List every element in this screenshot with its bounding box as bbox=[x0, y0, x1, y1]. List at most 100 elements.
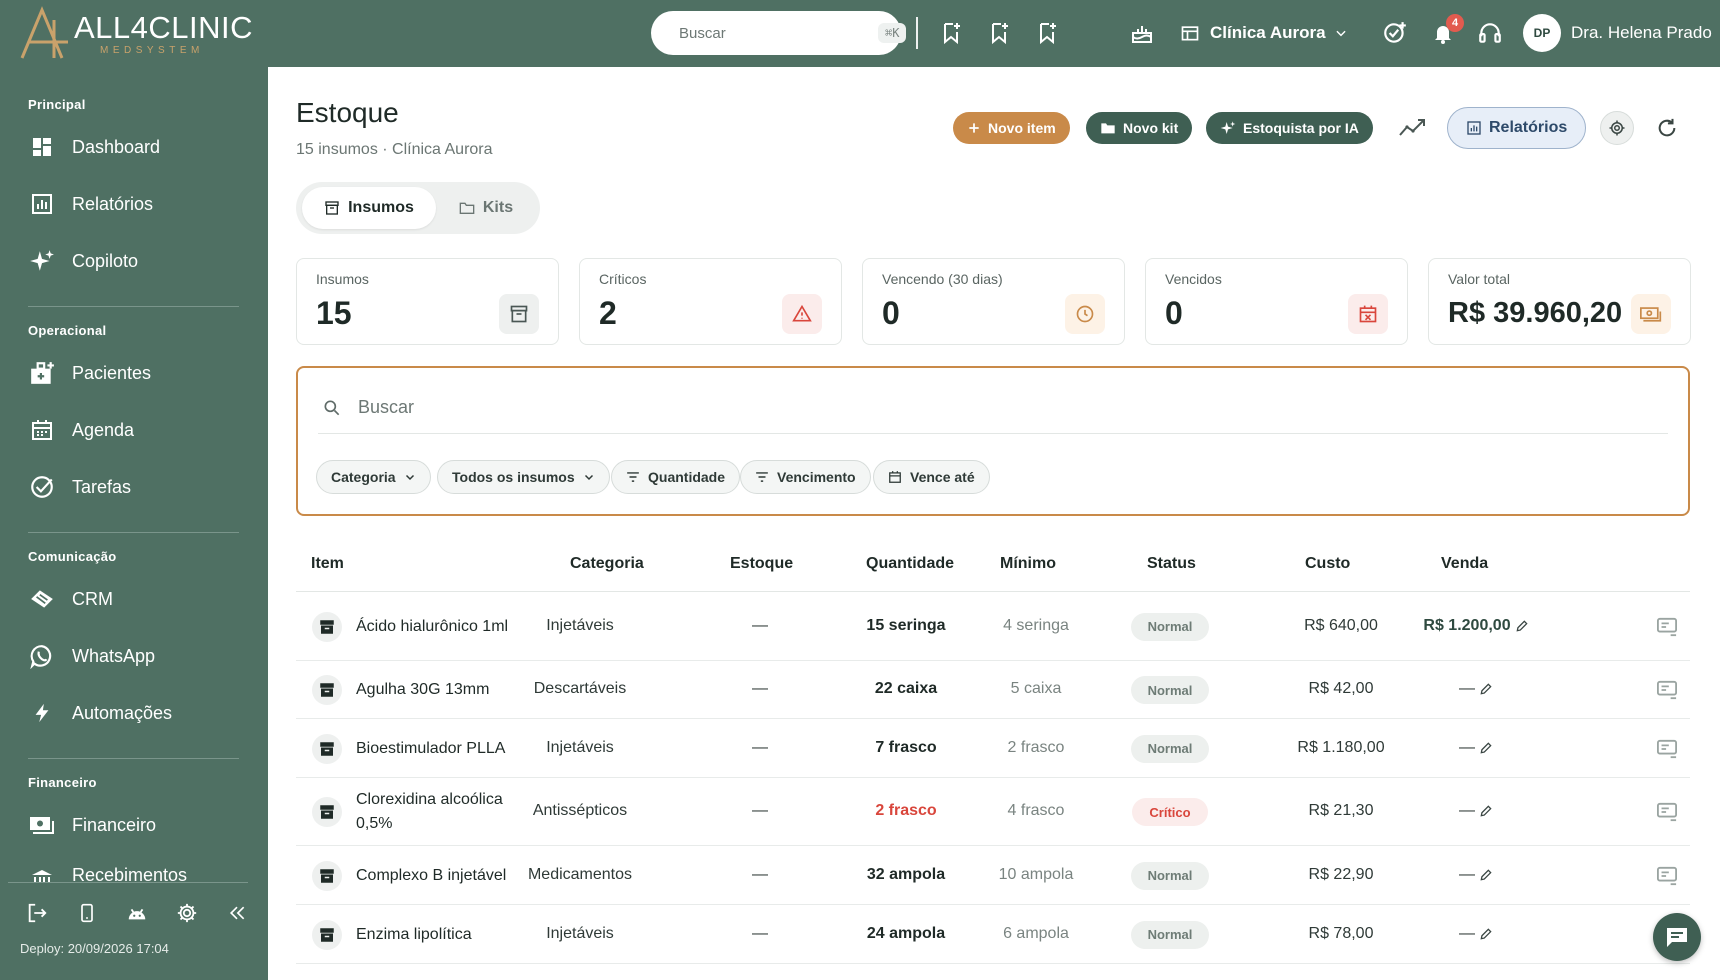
task-add-icon[interactable] bbox=[1380, 18, 1410, 48]
pencil-icon[interactable] bbox=[1479, 927, 1493, 941]
settings-gear-icon[interactable] bbox=[1600, 111, 1634, 145]
table-row[interactable]: Ácido hialurônico 1ml Injetáveis —15 serin… bbox=[296, 592, 1690, 661]
col-categoria[interactable]: Categoria bbox=[570, 555, 644, 573]
col-venda[interactable]: Venda bbox=[1441, 555, 1488, 573]
mobile-icon[interactable] bbox=[72, 898, 102, 928]
cell-estoque: — bbox=[752, 680, 768, 697]
status-badge: Normal bbox=[1131, 861, 1209, 890]
sidebar-item-whatsapp[interactable]: WhatsApp bbox=[28, 634, 248, 678]
gear-icon[interactable] bbox=[172, 898, 202, 928]
col-minimo[interactable]: Mínimo bbox=[1000, 555, 1056, 573]
cell-categoria: Injetáveis bbox=[546, 738, 614, 756]
pencil-icon[interactable] bbox=[1479, 804, 1493, 818]
row-action-icon[interactable] bbox=[1656, 739, 1678, 761]
cell-minimo: 4 seringa bbox=[1003, 616, 1069, 634]
archive-icon bbox=[325, 201, 339, 215]
chevron-down-icon bbox=[584, 474, 593, 481]
filter-quantidade[interactable]: Quantidade bbox=[611, 460, 741, 494]
cell-minimo: 2 frasco bbox=[1007, 738, 1065, 756]
cell-venda[interactable]: — bbox=[1386, 739, 1566, 757]
sidebar-item-label: CRM bbox=[72, 588, 113, 609]
global-search[interactable]: ⌘K bbox=[651, 11, 907, 55]
reports-button[interactable]: Relatórios bbox=[1447, 107, 1587, 149]
cell-venda[interactable]: R$ 1.200,00 bbox=[1386, 617, 1566, 635]
sidebar-item-financeiro[interactable]: Financeiro bbox=[28, 803, 248, 847]
table-row[interactable]: Enzima lipolítica Injetáveis —24 ampola 6 a… bbox=[296, 905, 1690, 964]
sidebar-item-label: Agenda bbox=[72, 419, 135, 440]
android-icon[interactable] bbox=[122, 898, 152, 928]
refresh-icon[interactable] bbox=[1650, 111, 1684, 145]
table-row[interactable]: Agulha 30G 13mm Descartáveis —22 caixa 5 ca… bbox=[296, 661, 1690, 719]
sidebar-item-label: Pacientes bbox=[72, 362, 152, 383]
col-custo[interactable]: Custo bbox=[1305, 555, 1350, 573]
brand-logo[interactable]: ALL4CLINIC MEDSYSTEM bbox=[18, 6, 253, 60]
table-row[interactable]: Complexo B injetável Medicamentos —32 ampo… bbox=[296, 846, 1690, 905]
pencil-icon[interactable] bbox=[1515, 619, 1529, 633]
row-action-icon[interactable] bbox=[1656, 680, 1678, 702]
user-menu[interactable]: DP Dra. Helena Prado bbox=[1523, 13, 1712, 53]
sidebar-item-label: Relatórios bbox=[72, 193, 154, 214]
filter-vence-ate[interactable]: Vence até bbox=[873, 460, 990, 494]
cake-icon[interactable] bbox=[1127, 18, 1157, 48]
sidebar-item-relatorios[interactable]: Relatórios bbox=[28, 182, 248, 226]
warning-icon bbox=[782, 294, 822, 334]
global-search-input[interactable] bbox=[679, 24, 878, 42]
collapse-sidebar-icon[interactable] bbox=[222, 898, 252, 928]
new-kit-button[interactable]: Novo kit bbox=[1086, 112, 1193, 144]
sidebar-item-dashboard[interactable]: Dashboard bbox=[28, 125, 248, 169]
sidebar-item-tarefas[interactable]: Tarefas bbox=[28, 465, 248, 509]
notifications-bell-icon[interactable]: 4 bbox=[1428, 14, 1464, 48]
sidebar-divider bbox=[28, 306, 239, 307]
whatsapp-icon bbox=[28, 642, 56, 670]
tab-insumos[interactable]: Insumos bbox=[302, 187, 436, 229]
cell-venda[interactable]: — bbox=[1386, 680, 1566, 698]
logout-icon[interactable] bbox=[22, 898, 52, 928]
bookmark-add-icon-3[interactable] bbox=[1032, 18, 1062, 48]
headset-support-icon[interactable] bbox=[1475, 18, 1505, 48]
tab-kits[interactable]: Kits bbox=[446, 187, 526, 229]
row-action-icon[interactable] bbox=[1656, 866, 1678, 888]
col-quantidade[interactable]: Quantidade bbox=[866, 555, 954, 573]
status-badge: Normal bbox=[1131, 676, 1209, 704]
bookmark-add-icon[interactable] bbox=[936, 18, 966, 48]
row-action-icon[interactable] bbox=[1656, 802, 1678, 824]
sidebar-item-automacoes[interactable]: Automações bbox=[28, 691, 248, 735]
trend-chart-icon[interactable] bbox=[1395, 111, 1429, 145]
table-row[interactable]: Clorexidina alcoólica 0,5% Antissépticos —… bbox=[296, 778, 1690, 846]
table-row[interactable]: Bioestimulador PLLA Injetáveis —7 frasco 2 … bbox=[296, 719, 1690, 778]
sidebar-item-crm[interactable]: CRM bbox=[28, 577, 248, 621]
cell-categoria: Antissépticos bbox=[532, 802, 628, 819]
cell-estoque: — bbox=[752, 616, 768, 634]
clinic-selector[interactable]: Clínica Aurora bbox=[1180, 18, 1348, 48]
sidebar-divider bbox=[28, 758, 239, 759]
stock-search[interactable] bbox=[318, 382, 1668, 434]
ai-stock-button[interactable]: Estoquista por IA bbox=[1206, 112, 1373, 144]
cell-minimo: 4 frasco bbox=[1007, 802, 1065, 819]
filter-categoria[interactable]: Categoria bbox=[316, 460, 431, 494]
col-status[interactable]: Status bbox=[1147, 555, 1196, 573]
stock-search-input[interactable] bbox=[358, 397, 1668, 418]
pencil-icon[interactable] bbox=[1479, 868, 1493, 882]
clinic-name: Clínica Aurora bbox=[1210, 23, 1326, 42]
pencil-icon[interactable] bbox=[1479, 682, 1493, 696]
archive-icon bbox=[312, 611, 342, 642]
pencil-icon[interactable] bbox=[1479, 741, 1493, 755]
new-item-button[interactable]: Novo item bbox=[953, 112, 1070, 144]
page-title: Estoque bbox=[296, 97, 399, 128]
sidebar-item-agenda[interactable]: Agenda bbox=[28, 408, 248, 452]
folder-icon bbox=[1101, 123, 1115, 134]
cell-venda[interactable]: — bbox=[1386, 866, 1566, 884]
filter-vencimento[interactable]: Vencimento bbox=[740, 460, 871, 494]
chat-icon[interactable] bbox=[1653, 913, 1701, 961]
sidebar-item-copiloto[interactable]: Copiloto bbox=[28, 239, 248, 283]
cell-venda[interactable]: — bbox=[1386, 802, 1566, 820]
bookmark-add-icon-2[interactable] bbox=[984, 18, 1014, 48]
row-action-icon[interactable] bbox=[1656, 617, 1678, 639]
sidebar-item-pacientes[interactable]: Pacientes bbox=[28, 351, 248, 395]
cell-venda[interactable]: — bbox=[1386, 925, 1566, 943]
stat-label: Vencendo (30 dias) bbox=[882, 271, 1003, 287]
col-item[interactable]: Item bbox=[311, 555, 344, 573]
filter-todos-insumos[interactable]: Todos os insumos bbox=[437, 460, 610, 494]
notifications-badge: 4 bbox=[1446, 14, 1464, 32]
col-estoque[interactable]: Estoque bbox=[730, 555, 793, 573]
